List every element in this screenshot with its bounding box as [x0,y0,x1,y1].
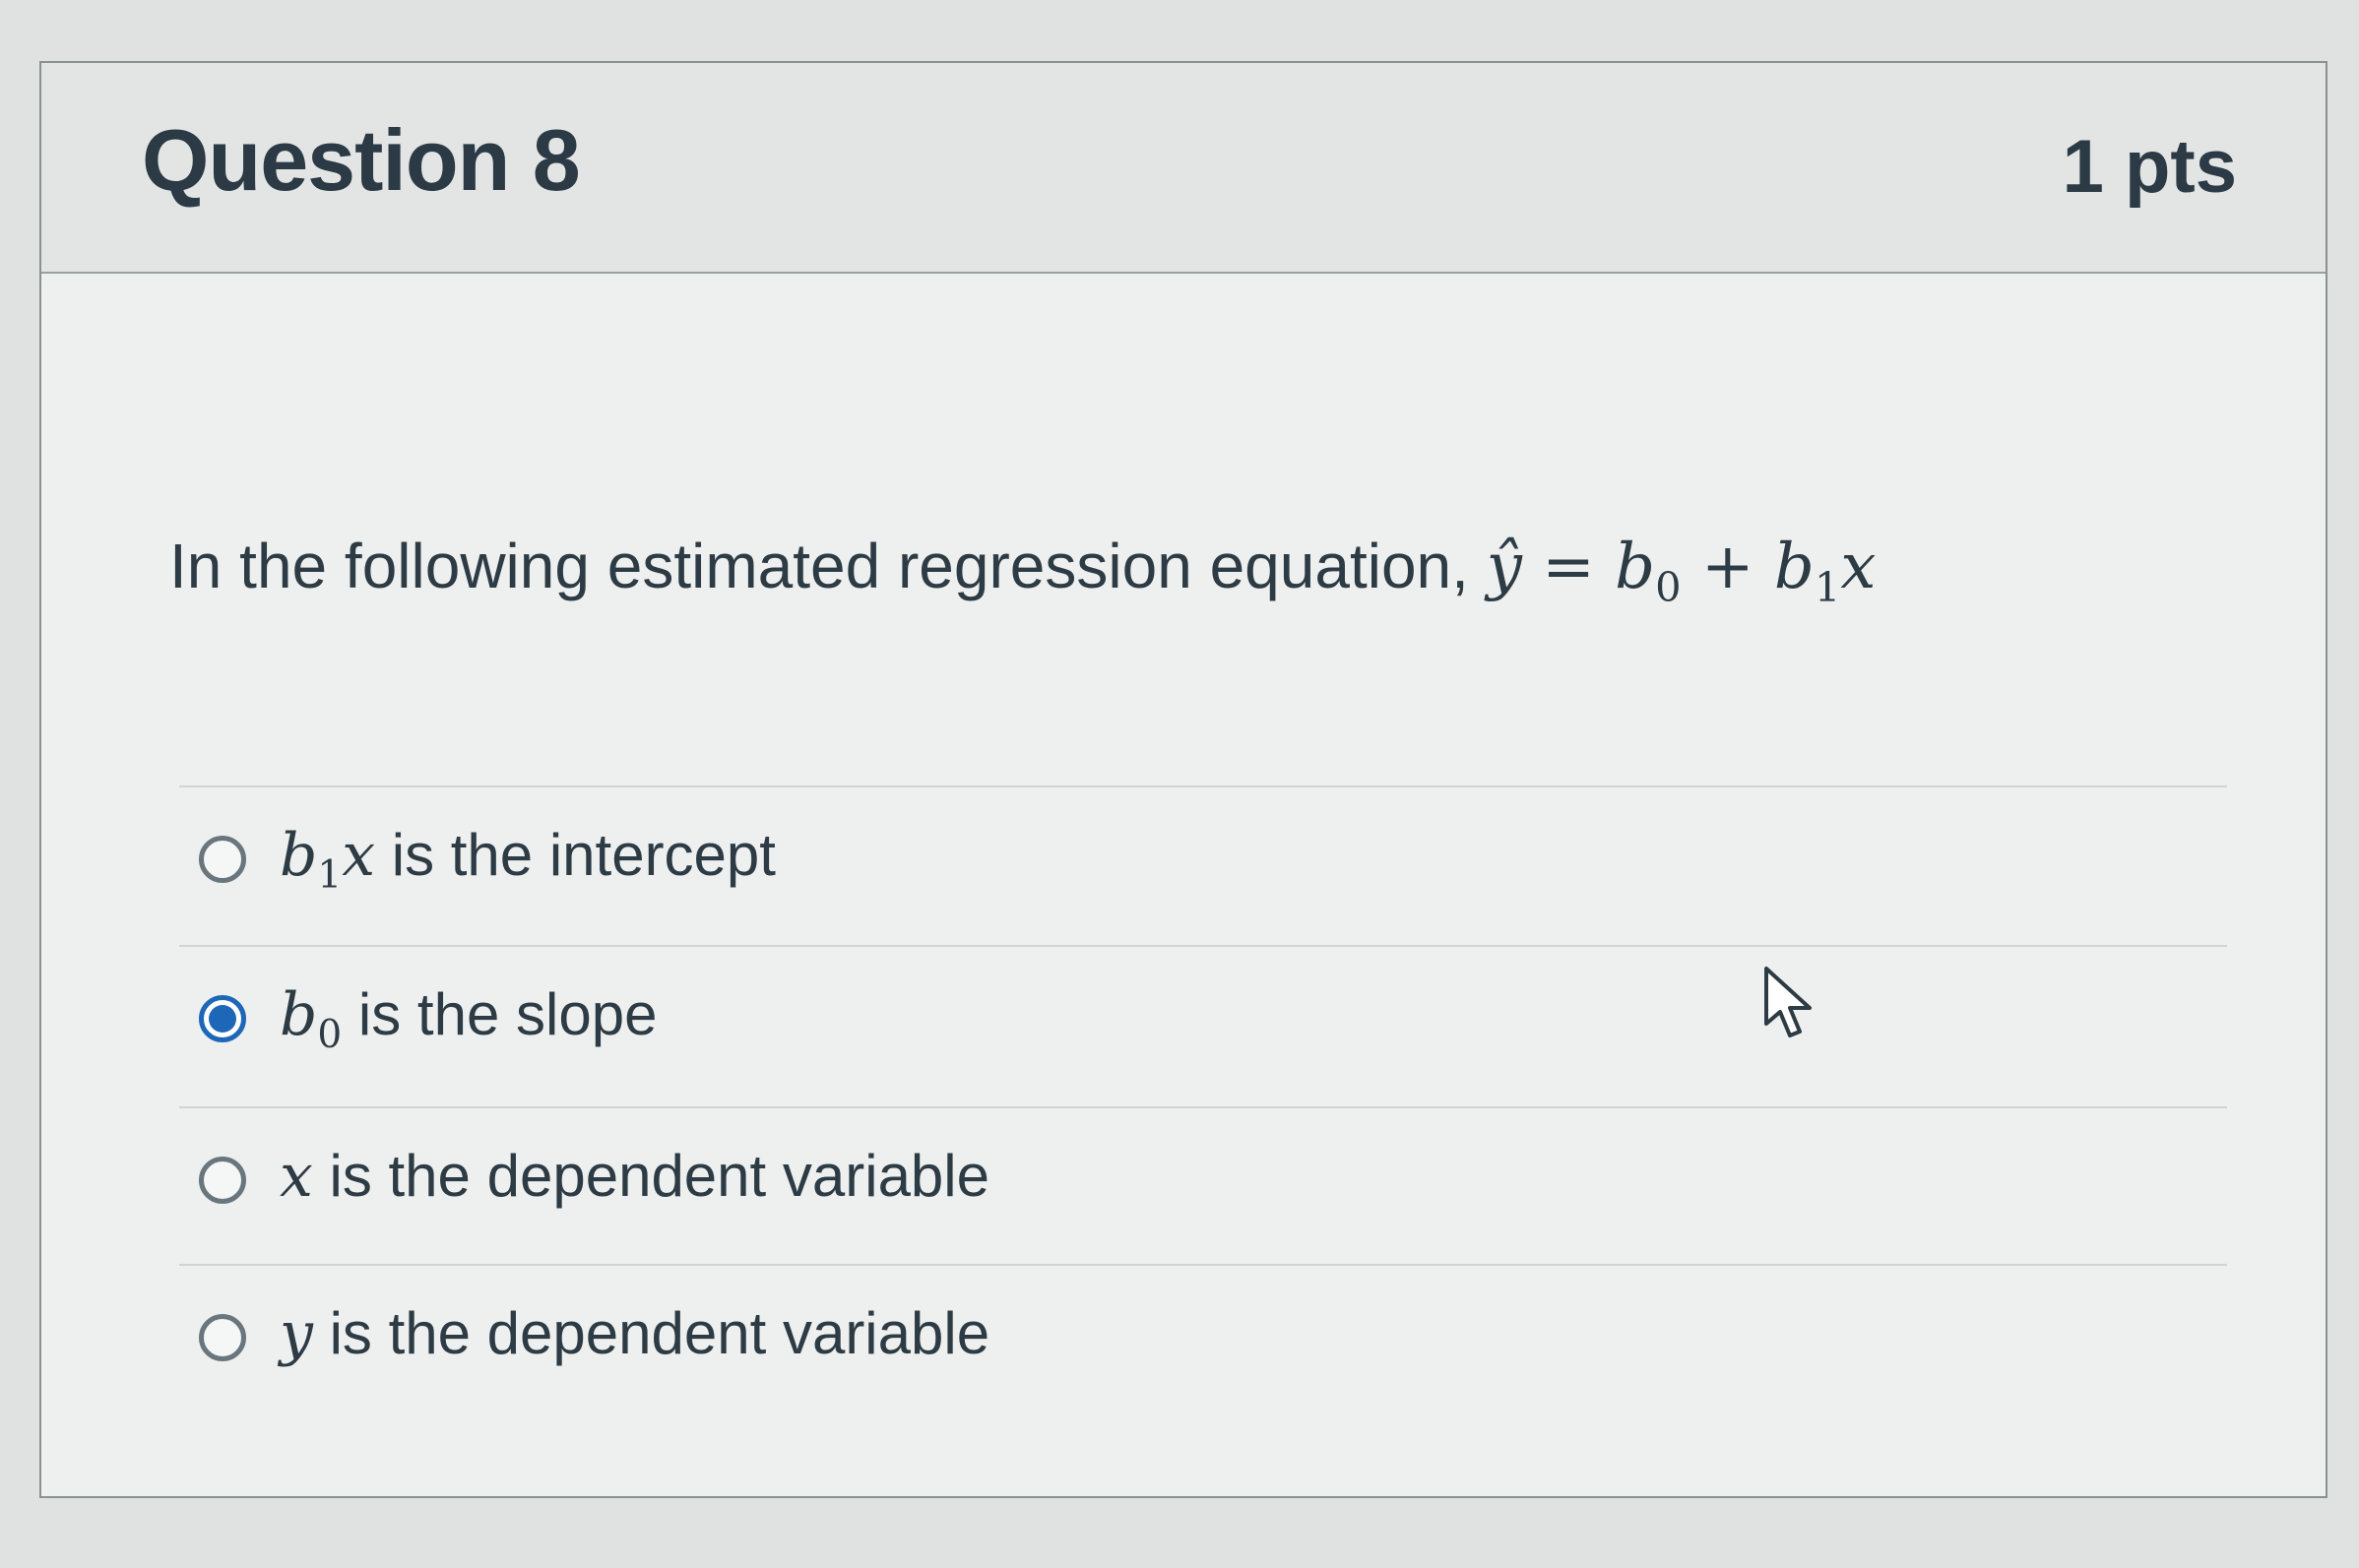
question-header: Question 8 1 pts [41,63,2326,274]
answer-math-tail: x [342,821,376,890]
answers-divider [179,785,2227,787]
equation-yhat: ŷ [1486,531,1522,603]
regression-equation: ŷ = b0 + b1x [1486,531,1877,611]
answer-math-sub: 0 [317,1013,343,1057]
answer-text: is the dependent variable [312,1143,990,1209]
answer-label: b0 is the slope [280,980,657,1057]
equation-b0-var: b [1615,531,1656,603]
equation-b1-var: b [1773,531,1815,603]
question-prompt: In the following estimated regression eq… [169,530,1876,611]
mouse-pointer-icon [1764,967,1812,1037]
answer-text: is the slope [342,981,658,1047]
answer-math-var: b [280,821,318,890]
answer-label: x is the dependent variable [280,1142,989,1219]
question-points: 1 pts [2062,125,2237,209]
radio-dot-icon [209,1005,236,1033]
radio-button[interactable] [199,1314,246,1361]
answer-option-3[interactable]: x is the dependent variable [199,1126,989,1234]
equation-b0-sub: 0 [1655,562,1682,611]
radio-button[interactable] [199,1157,246,1204]
answer-text: is the intercept [375,822,776,888]
equation-plus: + [1681,531,1774,603]
answer-label: b1x is the intercept [280,821,776,898]
radio-button-selected[interactable] [199,995,246,1042]
answer-math-sub: 1 [317,853,343,898]
answer-option-4[interactable]: y is the dependent variable [199,1284,989,1392]
answer-option-2[interactable]: b0 is the slope [199,965,657,1073]
radio-button[interactable] [199,836,246,883]
question-prompt-text: In the following estimated regression eq… [169,531,1487,601]
answer-text: is the dependent variable [312,1300,990,1366]
answer-math-var: y [280,1299,313,1368]
question-body: In the following estimated regression eq… [41,274,2326,1496]
answer-divider [179,1106,2227,1108]
equation-x: x [1840,531,1877,603]
answer-option-1[interactable]: b1x is the intercept [199,805,776,913]
question-title: Question 8 [142,111,581,209]
equation-b1-sub: 1 [1814,562,1841,611]
answer-divider [179,1264,2227,1266]
answer-math-var: x [280,1142,313,1211]
answer-label: y is the dependent variable [280,1299,989,1376]
question-card: Question 8 1 pts In the following estima… [39,61,2327,1498]
equation-equals: = [1521,531,1616,603]
answer-divider [179,945,2227,947]
answer-math-var: b [280,980,318,1049]
